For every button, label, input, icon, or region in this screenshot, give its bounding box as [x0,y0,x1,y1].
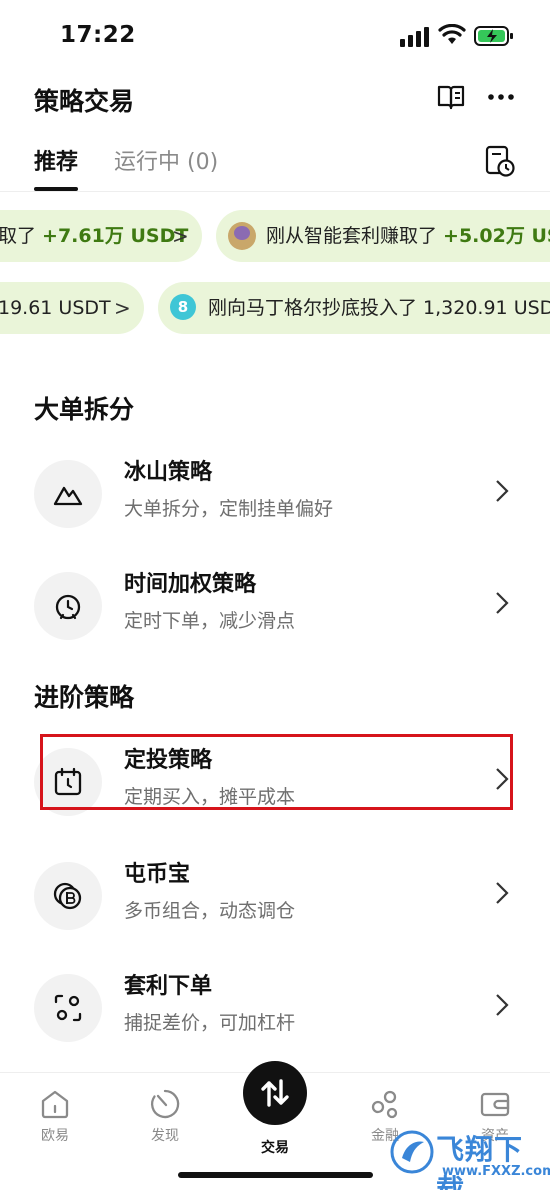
chevron-right-icon: > [114,296,131,320]
trade-button[interactable] [243,1061,307,1125]
ticker-amount: +7.61万 USDT [42,225,189,247]
chevron-right-icon [496,592,509,614]
ticker-text: 刚向马丁格尔抄底投入了 1,320.91 USD [208,297,550,319]
nav-item-home[interactable]: 欧易 [15,1083,95,1149]
strategy-item-arbitrage[interactable]: 套利下单 捕捉差价，可加杠杆 [0,962,550,1058]
item-subtitle: 定时下单，减少滑点 [124,610,296,632]
item-icon-circle [34,862,102,930]
wifi-icon [438,24,466,44]
discover-icon [150,1089,180,1119]
nav-item-discover[interactable]: 发现 [125,1083,205,1149]
nav-label: 发现 [151,1128,179,1144]
active-tab-underline [34,187,78,191]
more-options-icon[interactable] [486,84,516,110]
home-indicator [178,1172,373,1178]
alarm-clock-icon [55,594,81,620]
ticker-text: 取了 [0,225,43,247]
item-title: 屯币宝 [124,862,191,887]
ticker-pill[interactable]: 19.61 USDT > [0,282,144,334]
header: 策略交易 [0,74,550,124]
nav-label: 欧易 [41,1128,69,1144]
item-icon-circle [34,748,102,816]
strategy-item-dca[interactable]: 定投策略 定期买入，摊平成本 [0,736,550,832]
tab-recommended[interactable]: 推荐 [34,144,78,176]
profit-ticker-row: 取了 +7.61万 USDT > 刚从智能套利赚取了 +5.02万 US [0,210,550,262]
user-number-badge: 8 [170,294,196,320]
ticker-text: 刚从智能套利赚取了 [266,225,444,247]
mountain-icon [53,486,83,506]
chevron-right-icon [496,768,509,790]
item-icon-circle [34,572,102,640]
finance-icon [371,1090,398,1119]
battery-charging-icon [474,26,513,46]
item-title: 套利下单 [124,974,213,999]
section-title-advanced-strategies: 进阶策略 [34,683,135,712]
wallet-icon [480,1092,510,1117]
tab-bar: 推荐 运行中 (0) [0,130,550,192]
strategy-item-twap[interactable]: 时间加权策略 定时下单，减少滑点 [0,560,550,656]
ticker-pill[interactable]: 取了 +7.61万 USDT > [0,210,202,262]
item-subtitle: 大单拆分，定制挂单偏好 [124,498,334,520]
ticker-text: 19.61 USDT [0,297,111,319]
status-time: 17:22 [60,22,136,48]
trade-icon [261,1079,289,1107]
item-icon-circle [34,460,102,528]
arbitrage-icon [54,994,82,1022]
chevron-right-icon: > [172,224,189,248]
ticker-pill[interactable]: 8 刚向马丁格尔抄底投入了 1,320.91 USD [158,282,550,334]
item-subtitle: 捕捉差价，可加杠杆 [124,1012,296,1034]
item-title: 时间加权策略 [124,572,257,597]
watermark: 飞翔下载 www.FXXZ.com [386,1124,550,1190]
user-avatar [228,222,256,250]
item-subtitle: 定期买入，摊平成本 [124,786,296,808]
chevron-right-icon [496,882,509,904]
item-title: 冰山策略 [124,460,213,485]
item-title: 定投策略 [124,748,213,773]
cellular-signal-icon [400,27,429,47]
section-title-order-split: 大单拆分 [34,395,135,424]
tab-running[interactable]: 运行中 (0) [114,144,218,176]
item-subtitle: 多币组合，动态调仓 [124,900,296,922]
ticker-pill[interactable]: 刚从智能套利赚取了 +5.02万 US [216,210,550,262]
strategy-item-portfolio[interactable]: 屯币宝 多币组合，动态调仓 [0,850,550,946]
ticker-amount: +5.02万 US [443,225,550,247]
nav-item-trade[interactable]: 交易 [235,1061,315,1156]
investment-ticker-row: 19.61 USDT > 8 刚向马丁格尔抄底投入了 1,320.91 USD [0,282,550,334]
item-icon-circle [34,974,102,1042]
watermark-logo-icon [390,1130,434,1174]
watermark-text: 飞翔下载 [436,1133,524,1190]
chevron-right-icon [496,480,509,502]
page-title: 策略交易 [34,87,135,116]
watermark-url: www.FXXZ.com [442,1164,550,1179]
calendar-clock-icon [54,767,82,796]
chevron-right-icon [496,994,509,1016]
coins-b-icon [53,882,82,910]
order-history-icon[interactable] [484,144,516,178]
book-icon[interactable] [436,82,466,112]
status-bar: 17:22 [0,0,550,74]
strategy-item-iceberg[interactable]: 冰山策略 大单拆分，定制挂单偏好 [0,448,550,544]
nav-label: 交易 [261,1140,289,1156]
home-icon [41,1090,69,1119]
